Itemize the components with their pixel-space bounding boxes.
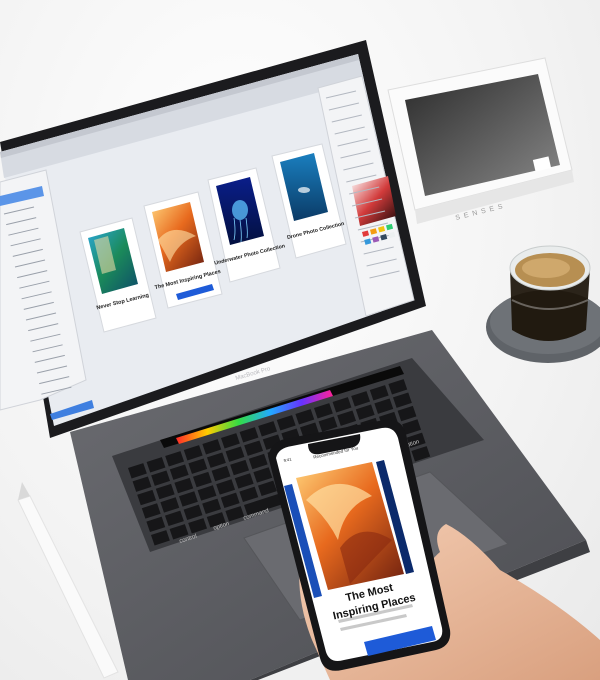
book: [387, 57, 574, 224]
scene-drawing: SENSES control option command command op…: [0, 40, 600, 680]
coffee-cup: [486, 245, 600, 363]
photo-scene: SENSES control option command command op…: [0, 0, 600, 680]
